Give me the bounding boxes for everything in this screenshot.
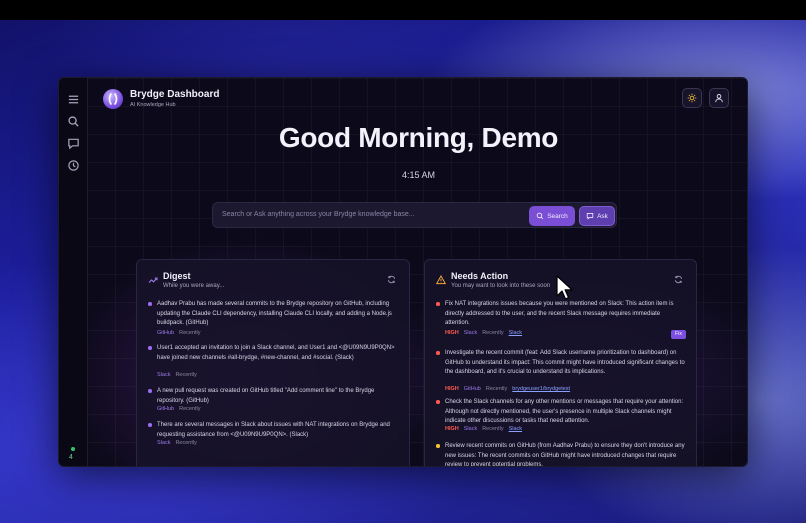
brydge-logo [103,89,123,109]
bullet [148,423,152,427]
current-time: 4:15 AM [401,170,436,180]
item-tags: GitHub Recently [157,330,206,336]
trend-icon [148,275,158,285]
item-tags: GitHub Recently [157,406,206,412]
source-tag: Slack [157,440,171,446]
priority-badge: HIGH [445,426,459,432]
time-tag: Recently [175,372,197,378]
search-bar[interactable]: Search or Ask anything across your Brydg… [212,202,617,228]
theme-toggle-button[interactable] [682,88,702,108]
bullet [436,400,440,404]
item-tags: HIGH Slack Recently Slack [445,426,527,432]
source-link[interactable]: Slack [509,426,522,432]
status-dot [71,447,75,451]
priority-badge: HIGH [445,330,459,336]
item-tags: Slack Recently [157,372,202,378]
app-title: Brydge Dashboard [130,89,220,100]
item-tags: HIGH Slack Recently Slack [445,330,527,336]
source-tag: GitHub [157,330,175,336]
search-icon[interactable] [67,115,80,128]
item-text: Review recent commits on GitHub (from Aa… [445,443,685,467]
digest-card: Digest While you were away... Aadhav Pra… [136,259,410,466]
mouse-cursor-icon [555,275,575,301]
item-tags: HIGH GitHub Recently brydgeuser1/brydgetest [445,386,575,392]
sidebar: 4 [59,78,88,466]
refresh-icon[interactable] [387,275,396,284]
item-tags: Slack Recently [157,440,202,446]
bullet [436,302,440,306]
item-text: Check the Slack channels for any other m… [445,399,684,424]
menu-icon[interactable] [67,93,80,106]
time-tag: Recently [485,386,508,392]
search-button[interactable]: Search [529,206,575,226]
greeting-heading: Good Morning, Demo [278,122,559,153]
ask-button[interactable]: Ask [579,206,615,226]
source-tag: GitHub [157,406,175,412]
time-tag: Recently [179,330,201,336]
search-input[interactable]: Search or Ask anything across your Brydg… [222,211,415,218]
bullet [148,389,152,393]
sun-icon [687,93,697,103]
refresh-icon[interactable] [674,275,683,284]
chat-icon[interactable] [67,137,80,150]
chat-icon [586,213,594,220]
bullet [436,351,440,355]
needs-action-title: Needs Action [451,271,509,281]
source-tag: Slack [157,372,171,378]
app-subtitle: AI Knowledge Hub [130,102,176,108]
source-link[interactable]: brydgeuser1/brydgetest [512,386,570,392]
digest-subtitle: While you were away... [163,283,225,289]
time-tag: Recently [175,440,197,446]
bullet [436,444,440,448]
source-tag: Slack [463,426,478,432]
user-icon [715,94,723,103]
source-tag: GitHub [463,386,481,392]
time-tag: Recently [482,426,504,432]
fix-button[interactable]: Fix [671,330,686,339]
item-text: Aadhav Prabu has made several commits to… [157,301,392,326]
time-tag: Recently [482,330,504,336]
needs-action-subtitle: You may want to look into these soon [451,283,551,289]
bullet [148,302,152,306]
search-icon [536,212,544,220]
item-text: Fix NAT integrations issues because you … [445,301,674,326]
warning-icon [436,275,446,285]
search-button-label: Search [547,212,568,220]
time-tag: Recently [179,406,201,412]
bullet [148,346,152,350]
top-bar [0,0,806,20]
app-window: 4 Brydge Dashboard AI Knowledge Hub Good… [58,77,748,467]
ask-button-label: Ask [597,212,608,220]
source-tag: Slack [463,330,478,336]
digest-title: Digest [163,271,191,281]
item-text: Investigate the recent commit (feat: Add… [445,350,685,375]
user-profile-button[interactable] [709,88,729,108]
clock-icon[interactable] [67,159,80,172]
source-link[interactable]: Slack [509,330,522,336]
status-count: 4 [69,454,73,461]
item-text: A new pull request was created on GitHub… [157,388,375,404]
priority-badge: HIGH [445,386,459,392]
item-text: There are several messages in Slack abou… [157,422,390,438]
item-text: User1 accepted an invitation to join a S… [157,345,395,361]
